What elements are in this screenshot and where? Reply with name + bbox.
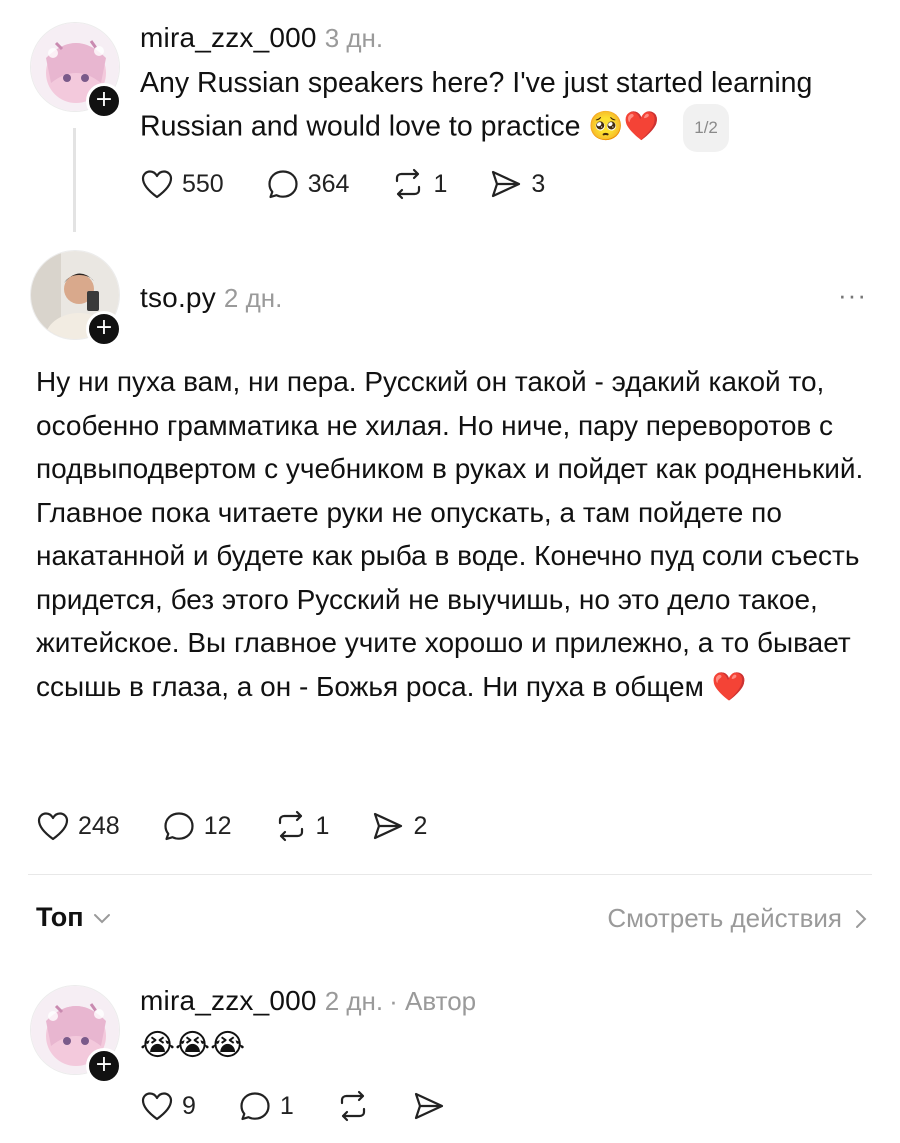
divider: [28, 874, 872, 875]
post-actions: 248 12 1 2: [36, 810, 469, 842]
emoji: ❤️: [711, 670, 747, 702]
sort-label: Топ: [36, 902, 84, 932]
post-actions: 550 364 1 3: [140, 168, 587, 200]
username[interactable]: mira_zzx_000: [140, 985, 317, 1016]
share-count: 2: [413, 811, 428, 840]
like-count: 248: [78, 811, 120, 840]
sort-dropdown[interactable]: Топ: [36, 902, 112, 933]
heart-icon: [37, 812, 69, 841]
comment-icon: [268, 170, 298, 199]
reply-count: 1: [279, 1091, 294, 1120]
follow-plus-icon[interactable]: +: [86, 311, 122, 347]
author-badge: · Автор: [389, 986, 477, 1016]
username[interactable]: mira_zzx_000: [140, 22, 317, 53]
username[interactable]: tso.py: [140, 282, 216, 313]
follow-plus-icon[interactable]: +: [86, 1048, 122, 1084]
reply-button[interactable]: 1: [238, 1090, 294, 1122]
more-options-button[interactable]: ···: [838, 280, 867, 311]
chevron-down-icon: [93, 913, 110, 923]
view-activity-link[interactable]: Смотреть действия: [607, 903, 868, 934]
follow-plus-icon[interactable]: +: [86, 83, 122, 119]
post-text: Ну ни пуха вам, ни пера. Русский он тако…: [36, 360, 866, 708]
like-button[interactable]: 550: [140, 168, 224, 200]
heart-icon: [141, 1092, 173, 1121]
share-icon: [414, 1092, 443, 1120]
reply-count: 12: [203, 811, 232, 840]
thread-line: [73, 128, 76, 232]
share-button[interactable]: 3: [489, 168, 545, 200]
like-count: 9: [182, 1091, 196, 1120]
view-activity-label: Смотреть действия: [607, 903, 842, 933]
share-icon: [374, 812, 403, 840]
repost-button[interactable]: 1: [391, 168, 447, 200]
chevron-right-icon: [856, 909, 867, 928]
repost-button[interactable]: [336, 1090, 370, 1122]
post-actions: 9 1: [140, 1090, 488, 1122]
share-icon: [492, 170, 521, 198]
repost-count: 1: [315, 811, 330, 840]
reply-button[interactable]: 12: [162, 810, 232, 842]
reply-button[interactable]: 364: [266, 168, 350, 200]
reply-count: 364: [307, 169, 350, 198]
emoji: 🥺❤️: [588, 110, 660, 143]
repost-icon: [396, 168, 421, 200]
post-text: 😭😭😭: [140, 1028, 245, 1063]
repost-button[interactable]: 1: [274, 810, 330, 842]
repost-icon: [278, 810, 303, 842]
like-button[interactable]: 9: [140, 1090, 196, 1122]
repost-icon: [340, 1090, 365, 1122]
comment-icon: [164, 812, 194, 841]
more-icon: ···: [838, 280, 867, 310]
post-body: Ну ни пуха вам, ни пера. Русский он тако…: [36, 366, 864, 702]
like-button[interactable]: 248: [36, 810, 120, 842]
media-counter: 1/2: [683, 104, 729, 152]
post-body: 😭😭😭: [140, 1029, 246, 1062]
timestamp: 2 дн.: [223, 283, 283, 313]
post-text: Any Russian speakers here? I've just sta…: [140, 62, 880, 152]
repost-count: 1: [433, 169, 448, 198]
share-button[interactable]: [412, 1090, 446, 1122]
share-count: 3: [531, 169, 546, 198]
heart-icon: [141, 170, 173, 199]
timestamp: 3 дн.: [324, 23, 384, 53]
timestamp: 2 дн.: [324, 986, 384, 1016]
like-count: 550: [182, 169, 224, 198]
share-button[interactable]: 2: [371, 810, 427, 842]
comment-icon: [240, 1092, 270, 1121]
